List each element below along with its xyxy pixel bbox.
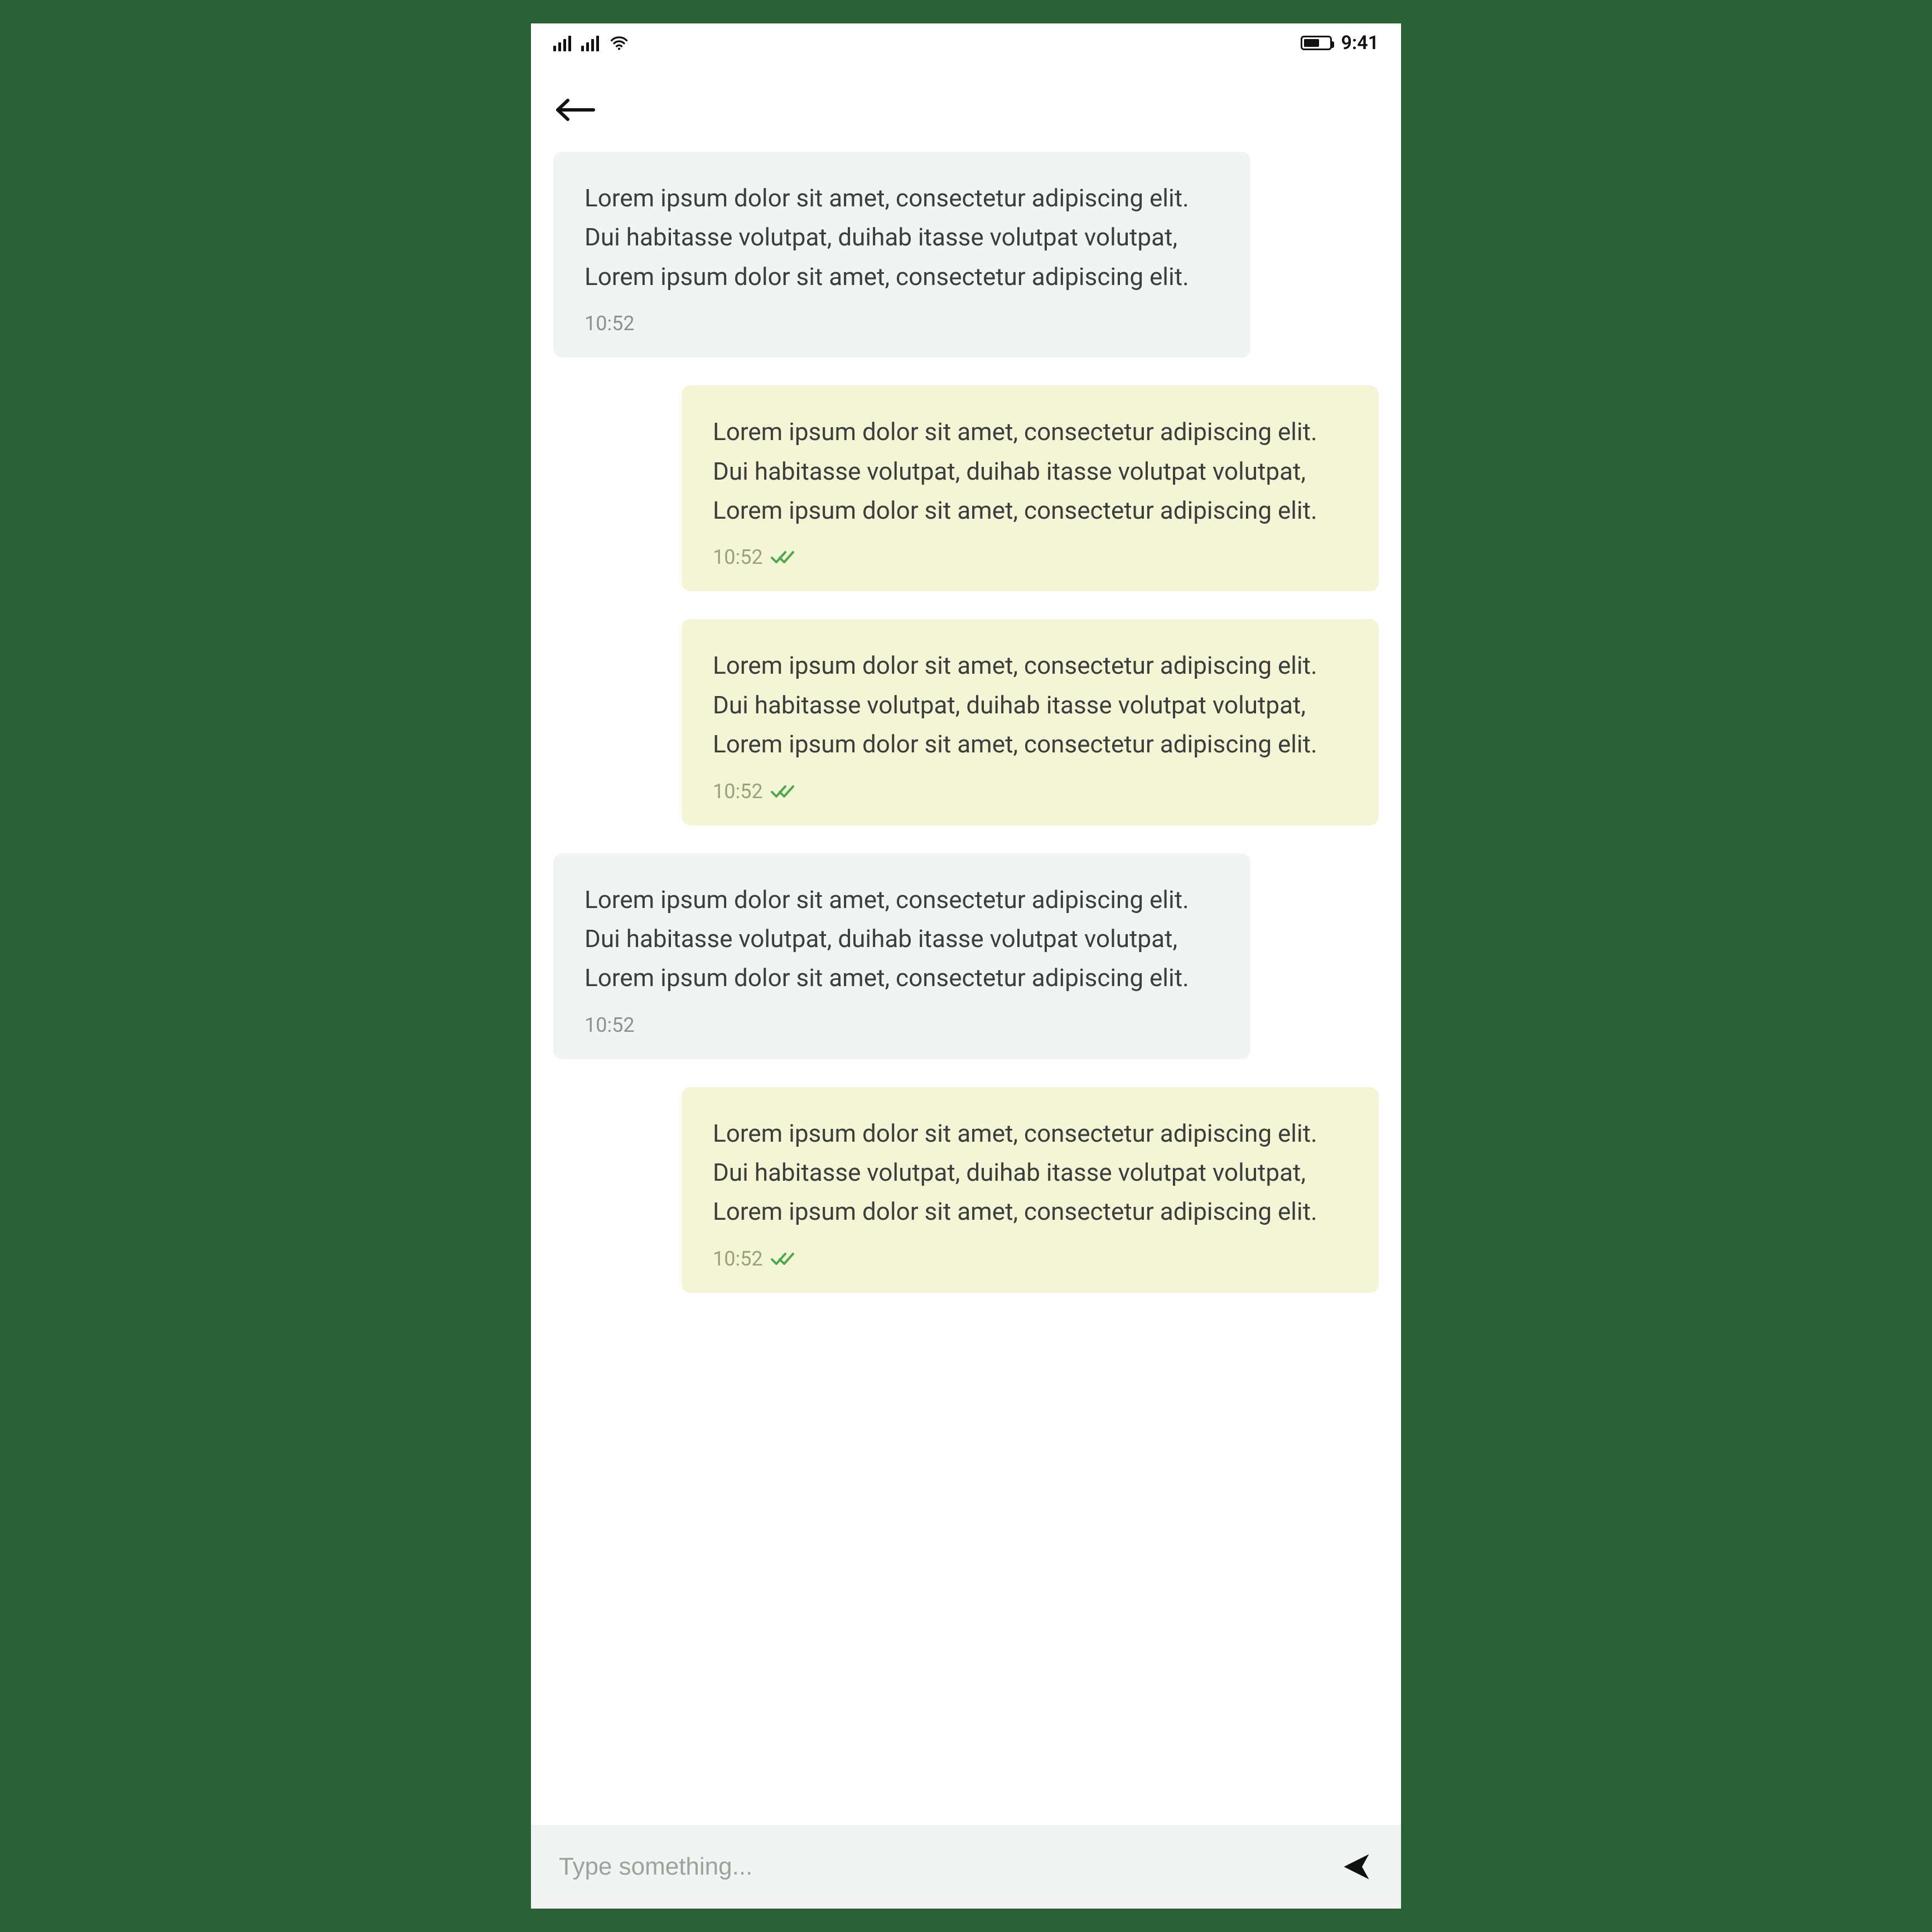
message-time: 10:52 — [713, 1247, 763, 1271]
message-input[interactable] — [559, 1853, 1329, 1881]
status-right: 9:41 — [1301, 32, 1379, 54]
message-bubble[interactable]: Lorem ipsum dolor sit amet, consectetur … — [553, 152, 1250, 358]
message-in: Lorem ipsum dolor sit amet, consectetur … — [553, 853, 1379, 1059]
message-meta: 10:52 — [585, 312, 1219, 335]
message-in: Lorem ipsum dolor sit amet, consectetur … — [553, 152, 1379, 358]
message-text: Lorem ipsum dolor sit amet, consectetur … — [713, 646, 1347, 764]
message-time: 10:52 — [585, 312, 635, 335]
double-check-icon — [771, 549, 795, 566]
send-button[interactable] — [1340, 1850, 1373, 1883]
battery-icon — [1301, 36, 1332, 50]
message-bubble[interactable]: Lorem ipsum dolor sit amet, consectetur … — [553, 853, 1250, 1059]
message-out: Lorem ipsum dolor sit amet, consectetur … — [553, 385, 1379, 591]
input-bar — [531, 1825, 1401, 1909]
message-bubble[interactable]: Lorem ipsum dolor sit amet, consectetur … — [682, 1087, 1379, 1293]
message-meta: 10:52 — [713, 545, 1347, 569]
double-check-icon — [771, 783, 795, 800]
message-meta: 10:52 — [713, 780, 1347, 803]
message-meta: 10:52 — [585, 1013, 1219, 1037]
nav-row — [531, 62, 1401, 146]
message-text: Lorem ipsum dolor sit amet, consectetur … — [713, 1114, 1347, 1231]
message-out: Lorem ipsum dolor sit amet, consectetur … — [553, 1087, 1379, 1293]
message-text: Lorem ipsum dolor sit amet, consectetur … — [585, 880, 1219, 998]
message-bubble[interactable]: Lorem ipsum dolor sit amet, consectetur … — [682, 385, 1379, 591]
back-button[interactable] — [553, 96, 598, 124]
message-text: Lorem ipsum dolor sit amet, consectetur … — [713, 412, 1347, 530]
clock-label: 9:41 — [1341, 32, 1379, 54]
message-time: 10:52 — [713, 780, 763, 803]
message-bubble[interactable]: Lorem ipsum dolor sit amet, consectetur … — [682, 619, 1379, 825]
wifi-icon — [609, 33, 629, 53]
message-list[interactable]: Lorem ipsum dolor sit amet, consectetur … — [531, 146, 1401, 1825]
message-meta: 10:52 — [713, 1247, 1347, 1271]
double-check-icon — [771, 1250, 795, 1267]
message-time: 10:52 — [713, 545, 763, 569]
status-bar: 9:41 — [531, 23, 1401, 62]
message-out: Lorem ipsum dolor sit amet, consectetur … — [553, 619, 1379, 825]
cellular-signal-icon — [553, 35, 571, 51]
message-time: 10:52 — [585, 1013, 635, 1037]
cellular-signal-icon — [581, 35, 599, 51]
chat-screen: 9:41 Lorem ipsum dolor sit amet, consect… — [531, 23, 1401, 1909]
message-text: Lorem ipsum dolor sit amet, consectetur … — [585, 178, 1219, 296]
status-left — [553, 33, 629, 53]
